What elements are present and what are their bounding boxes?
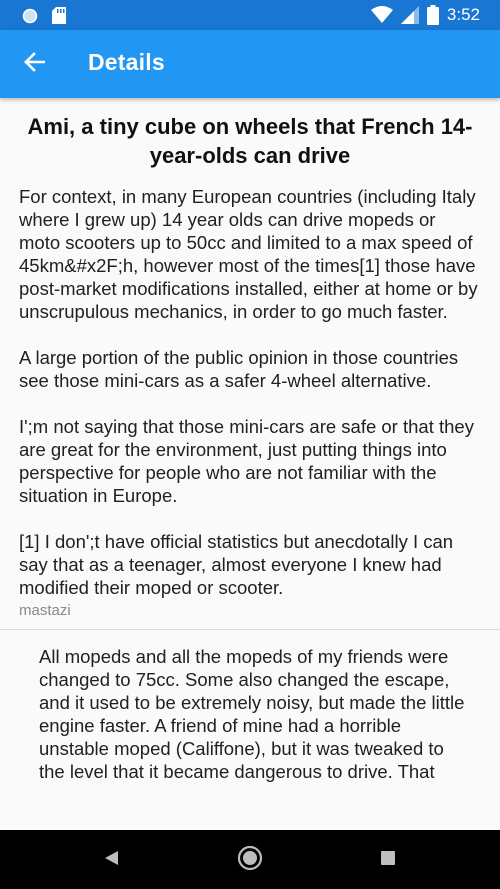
recents-square-icon bbox=[379, 849, 397, 872]
page-title: Details bbox=[88, 49, 165, 75]
story-title: Ami, a tiny cube on wheels that French 1… bbox=[27, 114, 473, 168]
back-triangle-icon bbox=[102, 849, 120, 872]
story-paragraph: For context, in many European countries … bbox=[19, 186, 478, 322]
story-paragraph: [1] I don';t have official statistics bu… bbox=[19, 531, 454, 598]
nav-back-button[interactable] bbox=[98, 847, 124, 873]
home-circle-icon bbox=[237, 845, 263, 876]
divider bbox=[0, 629, 500, 630]
sd-card-icon bbox=[52, 7, 66, 24]
details-content[interactable]: Ami, a tiny cube on wheels that French 1… bbox=[0, 98, 500, 830]
battery-icon bbox=[426, 5, 439, 25]
story-body: For context, in many European countries … bbox=[19, 185, 481, 599]
arrow-back-icon bbox=[23, 51, 46, 78]
story-paragraph: I';m not saying that those mini-cars are… bbox=[19, 416, 474, 506]
nav-home-button[interactable] bbox=[237, 845, 263, 876]
story-paragraph: A large portion of the public opinion in… bbox=[19, 347, 459, 391]
back-button[interactable] bbox=[18, 48, 50, 80]
wifi-icon bbox=[370, 6, 393, 24]
nav-recents-button[interactable] bbox=[375, 847, 401, 873]
status-bar: 3:52 bbox=[0, 0, 500, 30]
comment-text: All mopeds and all the mopeds of my frie… bbox=[39, 646, 465, 782]
navigation-bar bbox=[0, 830, 500, 889]
circle-icon bbox=[22, 8, 38, 24]
signal-icon bbox=[400, 6, 419, 24]
app-bar: Details bbox=[0, 30, 500, 98]
author-name[interactable]: mastazi bbox=[19, 602, 481, 619]
status-time: 3:52 bbox=[446, 5, 480, 24]
